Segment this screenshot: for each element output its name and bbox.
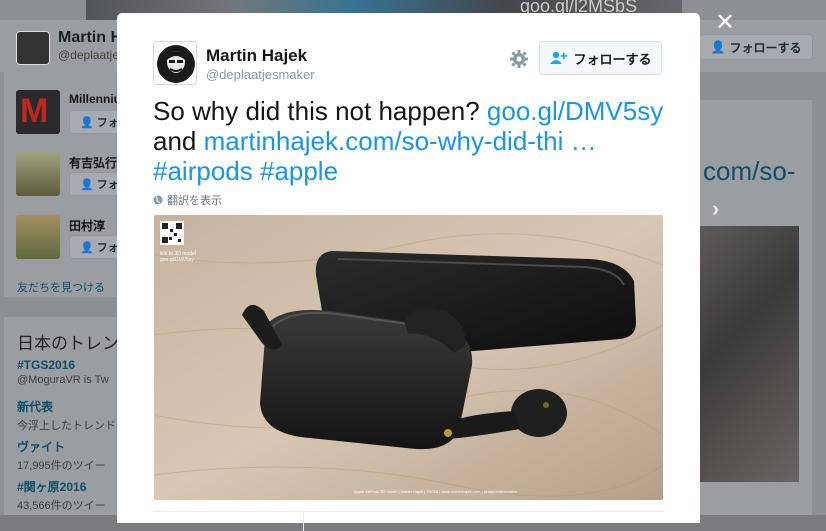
suggestion-avatar <box>16 152 60 196</box>
trend-tag: #TGS2016 <box>17 358 76 372</box>
follow-person-icon <box>550 51 568 64</box>
tweet-photo[interactable]: link to 3D model goo.gl/DMV5sy Apple Air… <box>154 215 663 500</box>
trend-sub: 43,566件のツイー <box>17 500 106 512</box>
translate-label: 翻訳を表示 <box>167 195 222 207</box>
tweet-text: So why did this not happen? goo.gl/DMV5s… <box>153 96 673 186</box>
author-handle[interactable]: @deplaatjesmaker <box>206 67 315 82</box>
find-friends-link[interactable]: 友だちを見つける <box>17 279 105 295</box>
profile-name: Martin H <box>58 29 122 46</box>
follow-label: フォローする <box>729 40 802 55</box>
gear-icon[interactable] <box>509 49 529 69</box>
follow-person-icon: 👤 <box>80 178 94 191</box>
tweet-link-long[interactable]: martinhajek.com/so-why-did-thi … <box>204 126 597 156</box>
photo-footer-credit: Apple AirPods 3D model | Martin Hajek | … <box>354 489 518 494</box>
suggestion-avatar <box>16 215 60 259</box>
profile-follow-button[interactable]: 👤 フォローする <box>699 34 813 60</box>
profile-avatar <box>16 31 50 65</box>
next-tweet-link: com/so- <box>703 156 796 186</box>
author-name[interactable]: Martin Hajek <box>206 46 307 66</box>
airpods-render-image: link to 3D model goo.gl/DMV5sy Apple Air… <box>154 215 663 500</box>
next-tweet-image <box>700 226 799 482</box>
author-avatar[interactable] <box>153 41 197 85</box>
modal-divider <box>153 511 663 512</box>
suggestion-name: 有吉弘行 <box>69 156 118 170</box>
suggestion-avatar: M <box>16 90 60 134</box>
tweet-link-short[interactable]: goo.gl/DMV5sy <box>487 96 663 126</box>
follow-button[interactable]: フォローする <box>539 41 662 75</box>
hashtag-link[interactable]: #apple <box>260 156 338 186</box>
qr-caption-url: goo.gl/DMV5sy <box>160 257 194 263</box>
hashtag-link[interactable]: #airpods <box>153 156 253 186</box>
close-icon[interactable]: ✕ <box>712 10 738 36</box>
suggestion-name: Millenniu <box>69 92 121 106</box>
follow-label: フォ <box>96 242 119 254</box>
suggestion-name: 田村淳 <box>69 219 106 233</box>
profile-handle: @deplaatje <box>58 48 119 62</box>
trend-tag: 新代表 <box>17 400 54 414</box>
trend-tag: #関ヶ原2016 <box>17 480 87 494</box>
modal-divider <box>303 511 304 531</box>
follow-person-icon: 👤 <box>80 241 94 254</box>
tweet-modal: Martin Hajek @deplaatjesmaker フォローする So … <box>117 13 700 531</box>
trend-item[interactable]: 新代表今浮上したトレンド <box>17 398 116 433</box>
trend-sub: 今浮上したトレンド <box>17 420 116 432</box>
trend-sub: 17,995件のツイー <box>17 460 106 472</box>
follow-label: フォ <box>96 179 119 191</box>
trend-item[interactable]: ヴァイト 17,995件のツイー <box>17 438 106 473</box>
translate-link[interactable]: 翻訳を表示 <box>153 192 222 208</box>
trends-heading: 日本のトレン <box>17 334 119 353</box>
globe-icon <box>153 195 163 205</box>
author-avatar-image <box>154 42 196 84</box>
follow-person-icon: 👤 <box>710 40 726 54</box>
next-chevron-icon[interactable]: › <box>712 196 719 222</box>
trend-tag: ヴァイト <box>17 440 66 454</box>
tweet-text-part: and <box>153 126 197 156</box>
trend-sub: @MoguraVR is Tw <box>17 374 109 386</box>
follow-label: フォローする <box>573 51 652 67</box>
tweet-text-part: So why did this not happen? <box>153 96 480 126</box>
follow-person-icon: 👤 <box>80 116 94 129</box>
trend-item[interactable]: #関ヶ原2016 43,566件のツイー <box>17 478 106 513</box>
follow-label: フォ <box>96 117 119 129</box>
trend-item[interactable]: #TGS2016 @MoguraVR is Tw <box>17 358 109 386</box>
